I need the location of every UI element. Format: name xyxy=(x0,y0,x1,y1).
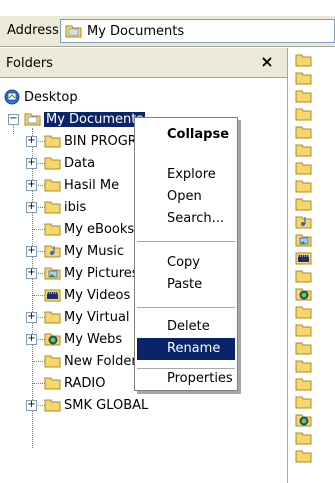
folder-icon[interactable] xyxy=(295,124,313,140)
tree-label: My Webs xyxy=(64,332,123,347)
menu-item-open[interactable]: Open xyxy=(137,186,235,208)
folder-icon[interactable] xyxy=(295,394,313,410)
tree-label: SMK GLOBAL xyxy=(64,398,149,413)
videos-folder-icon xyxy=(44,289,61,302)
tree-label: Desktop xyxy=(24,90,78,105)
address-input[interactable]: My Documents xyxy=(60,19,335,43)
folder-icon xyxy=(44,355,61,368)
expand-icon[interactable]: + xyxy=(26,180,37,191)
folder-icon[interactable] xyxy=(295,322,313,338)
folders-title: Folders xyxy=(6,56,53,71)
menu-item-properties[interactable]: Properties xyxy=(137,366,235,388)
folder-icon[interactable] xyxy=(295,88,313,104)
music-folder-icon[interactable] xyxy=(295,214,313,230)
menu-item-copy[interactable]: Copy xyxy=(137,252,235,274)
folder-icon[interactable] xyxy=(295,340,313,356)
my-documents-folder-icon xyxy=(65,25,82,38)
tree-label: ibis xyxy=(64,200,87,215)
folder-icon[interactable] xyxy=(295,142,313,158)
tree-label: My Music xyxy=(64,244,125,259)
folder-icon[interactable] xyxy=(295,268,313,284)
context-menu: Collapse Explore Open Search... Copy Pas… xyxy=(134,117,238,391)
expand-icon[interactable]: + xyxy=(26,400,37,411)
folder-icon xyxy=(44,201,61,214)
tree-label: Data xyxy=(64,156,96,171)
tree-label: My Videos xyxy=(64,288,131,303)
close-icon[interactable]: × xyxy=(258,53,276,71)
web-folder-icon[interactable] xyxy=(295,286,313,302)
web-folder-icon[interactable] xyxy=(295,412,313,428)
folder-icon xyxy=(44,399,61,412)
folder-icon[interactable] xyxy=(295,304,313,320)
folder-icon xyxy=(44,311,61,324)
folder-icon[interactable] xyxy=(295,358,313,374)
folder-icon xyxy=(44,135,61,148)
pictures-folder-icon[interactable] xyxy=(295,232,313,248)
tree-label: Hasil Me xyxy=(64,178,120,193)
expand-icon[interactable]: + xyxy=(26,158,37,169)
folder-icon[interactable] xyxy=(295,196,313,212)
tree-label: RADIO xyxy=(64,376,106,391)
menu-separator xyxy=(137,307,235,308)
menu-item-delete[interactable]: Delete xyxy=(137,316,235,338)
expand-icon[interactable]: + xyxy=(26,136,37,147)
folder-icon[interactable] xyxy=(295,106,313,122)
menu-item-rename[interactable]: Rename xyxy=(137,338,235,360)
menu-separator xyxy=(137,241,235,242)
menu-item-search[interactable]: Search... xyxy=(137,208,235,230)
collapse-icon[interactable]: − xyxy=(8,114,19,125)
expand-icon[interactable]: + xyxy=(26,246,37,257)
tree-label: My Pictures xyxy=(64,266,139,281)
folder-icon[interactable] xyxy=(295,448,313,464)
tree-label-selected: My Documents xyxy=(44,112,146,127)
folder-icon xyxy=(44,157,61,170)
desktop-icon xyxy=(4,89,20,105)
tree-label: My Virtual xyxy=(64,310,130,325)
expand-icon[interactable]: + xyxy=(26,268,37,279)
folder-icon[interactable] xyxy=(295,376,313,392)
address-value: My Documents xyxy=(87,24,185,39)
menu-item-paste[interactable]: Paste xyxy=(137,274,235,296)
menu-item-explore[interactable]: Explore xyxy=(137,164,235,186)
folder-icon xyxy=(44,377,61,390)
menu-item-collapse[interactable]: Collapse xyxy=(137,124,235,146)
folder-icon xyxy=(44,223,61,236)
web-folder-icon xyxy=(44,333,61,346)
file-list-strip xyxy=(289,48,335,483)
expand-icon[interactable]: + xyxy=(26,334,37,345)
my-documents-folder-icon xyxy=(24,113,41,126)
tree-item[interactable]: + SMK GLOBAL xyxy=(4,396,164,416)
folder-icon[interactable] xyxy=(295,52,313,68)
explorer-window: Address My Documents Folders × Desktop −… xyxy=(0,0,335,483)
folder-icon[interactable] xyxy=(295,160,313,176)
tree-item-desktop[interactable]: Desktop xyxy=(4,88,124,108)
music-folder-icon xyxy=(44,245,61,258)
tree-label: New Folder xyxy=(64,354,137,369)
folders-header: Folders × xyxy=(0,48,287,78)
folder-icon xyxy=(44,179,61,192)
expand-icon[interactable]: + xyxy=(26,312,37,323)
pictures-folder-icon xyxy=(44,267,61,280)
folder-icon[interactable] xyxy=(295,70,313,86)
folder-icon[interactable] xyxy=(295,430,313,446)
address-bar: Address My Documents xyxy=(0,15,335,47)
folder-icon[interactable] xyxy=(295,178,313,194)
address-label: Address xyxy=(7,23,59,38)
videos-folder-icon[interactable] xyxy=(295,250,313,266)
expand-icon[interactable]: + xyxy=(26,202,37,213)
tree-label: My eBooks xyxy=(64,222,135,237)
